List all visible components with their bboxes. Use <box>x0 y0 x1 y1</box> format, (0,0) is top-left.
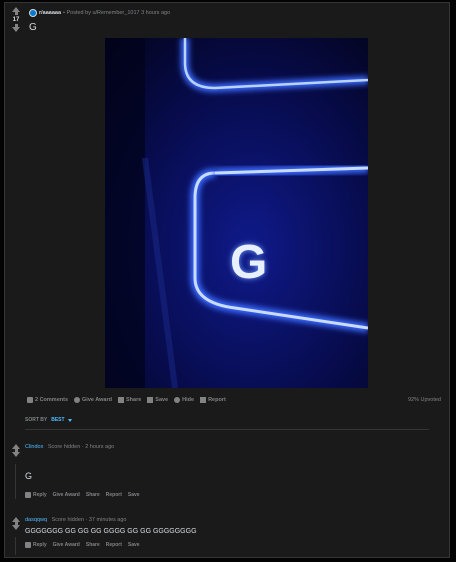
comment-author[interactable]: Clindox <box>25 444 43 450</box>
comment-body: G <box>25 471 33 481</box>
comment-icon <box>27 397 33 403</box>
save-button[interactable]: Save <box>147 397 168 403</box>
reply-button[interactable]: Reply <box>25 542 47 548</box>
post-meta: r/aaaaaa • Posted by u/Remember_1017 3 h… <box>29 9 170 17</box>
post-image[interactable]: G G <box>105 38 368 388</box>
reply-label: Reply <box>33 542 47 548</box>
reply-label: Reply <box>33 492 47 498</box>
comment-score: Score hidden <box>47 444 81 450</box>
comment-body: GGGGGGG GG GG GG GGGG GG GG GGGGGGGG <box>25 528 197 535</box>
share-button[interactable]: Share <box>86 492 100 498</box>
flag-icon <box>200 397 207 403</box>
share-button[interactable]: Share <box>117 397 142 403</box>
save-label: Save <box>155 397 169 403</box>
report-button[interactable]: Report <box>106 492 122 498</box>
comment-actions: Reply Give Award Share Report Save <box>25 492 146 498</box>
sort-label: SORT BY <box>25 417 48 423</box>
report-button[interactable]: Report <box>106 542 122 548</box>
comment-actions: Reply Give Award Share Report Save <box>25 542 146 548</box>
post-vote-column: 17 <box>5 7 27 32</box>
chevron-down-icon <box>67 418 72 422</box>
downvote-arrow-icon[interactable] <box>12 522 20 530</box>
downvote-arrow-icon[interactable] <box>12 449 20 457</box>
save-button[interactable]: Save <box>128 542 140 548</box>
posted-by: • Posted by u/Remember_1017 3 hours ago <box>63 10 171 16</box>
give-award-button[interactable]: Give Award <box>53 542 80 548</box>
award-label: Give Award <box>82 397 112 403</box>
upvote-ratio: 92% Upvoted <box>407 397 441 403</box>
share-button[interactable]: Share <box>86 542 100 548</box>
comment-icon <box>25 492 31 498</box>
comments-label: 2 Comments <box>35 397 69 403</box>
report-label: Report <box>208 397 226 403</box>
subreddit-icon[interactable] <box>29 9 37 17</box>
post-container: 17 r/aaaaaa • Posted by u/Remember_1017 … <box>4 2 450 558</box>
post-actions: 2 Comments Give Award Share Save Hide Re… <box>27 395 232 405</box>
sort-dropdown[interactable]: SORT BY BEST <box>25 417 72 423</box>
keyboard-key-letter: G <box>230 236 267 289</box>
comment-score: Score hidden <box>51 517 84 523</box>
upvote-arrow-icon[interactable] <box>12 7 20 15</box>
post-title[interactable]: G <box>29 22 37 33</box>
vote-count: 17 <box>12 17 20 23</box>
report-button[interactable]: Report <box>200 397 226 403</box>
sort-value: BEST <box>51 417 65 423</box>
comment-icon <box>25 542 31 548</box>
hide-icon <box>174 397 181 403</box>
comment-header: Clindox Score hidden · 2 hours ago <box>25 444 114 450</box>
reply-button[interactable]: Reply <box>25 492 47 498</box>
share-icon <box>117 397 124 403</box>
save-button[interactable]: Save <box>128 492 140 498</box>
give-award-button[interactable]: Give Award <box>53 492 80 498</box>
award-icon <box>74 397 81 403</box>
comment-time: · 37 minutes ago <box>85 517 127 523</box>
thread-line[interactable] <box>15 537 16 555</box>
comments-button[interactable]: 2 Comments <box>27 397 68 403</box>
bookmark-icon <box>147 397 154 403</box>
give-award-button[interactable]: Give Award <box>74 397 112 403</box>
comment-time: · 2 hours ago <box>81 444 115 450</box>
hide-button[interactable]: Hide <box>174 397 194 403</box>
comment-author[interactable]: dasqqwq <box>25 517 47 523</box>
comment-votes <box>11 517 21 533</box>
subreddit-name[interactable]: r/aaaaaa <box>39 10 61 16</box>
comment-header: dasqqwq Score hidden · 37 minutes ago <box>25 517 126 523</box>
divider <box>25 429 429 430</box>
share-label: Share <box>125 397 142 403</box>
thread-line[interactable] <box>15 464 16 499</box>
downvote-arrow-icon[interactable] <box>12 24 20 32</box>
comment-votes <box>11 444 21 460</box>
hide-label: Hide <box>182 397 195 403</box>
